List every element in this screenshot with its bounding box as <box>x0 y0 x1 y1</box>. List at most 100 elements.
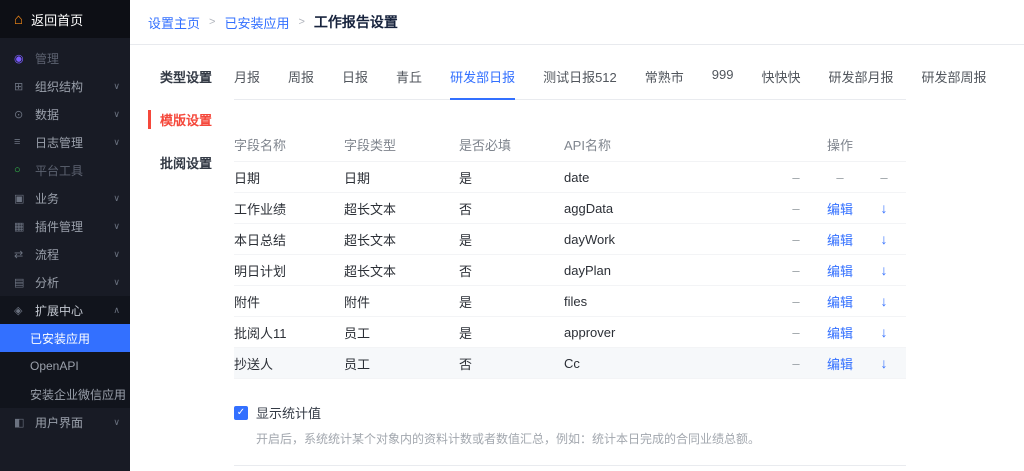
required-cell: 是 <box>459 292 564 311</box>
breadcrumb-link-settings-home[interactable]: 设置主页 <box>148 13 200 32</box>
edit-button[interactable]: 编辑 <box>827 354 853 373</box>
tab-研发部周报[interactable]: 研发部周报 <box>922 67 987 99</box>
tab-研发部日报[interactable]: 研发部日报 <box>450 67 515 99</box>
row-actions: ––– <box>774 170 906 185</box>
empty-action: – <box>792 294 799 309</box>
tab-常熟市[interactable]: 常熟市 <box>645 67 684 99</box>
field-name-cell: 本日总结 <box>234 230 344 249</box>
sidebar-item[interactable]: ▣业务∨ <box>0 184 130 212</box>
field-name-cell: 抄送人 <box>234 354 344 373</box>
sidebar-item-label: 扩展中心 <box>35 302 83 319</box>
down-arrow-button[interactable]: ↓ <box>881 231 888 247</box>
tab-月报[interactable]: 月报 <box>234 67 260 99</box>
tab-测试日报512[interactable]: 测试日报512 <box>543 67 617 99</box>
sidebar-subitem[interactable]: OpenAPI <box>0 352 130 380</box>
template-settings-panel: 月报周报日报青丘研发部日报测试日报512常熟市999快快快研发部月报研发部周报 … <box>234 67 906 471</box>
chevron-down-icon: ∨ <box>113 249 120 260</box>
sidebar-item-label: 已安装应用 <box>30 330 90 347</box>
sidebar-nav: ◉管理⊞组织结构∨ ⊙ 数据 ∨ ≡日志管理∨○平台工具▣业务∨▦插件管理∨ ⇄ 流程 ∨ ▤ 分… <box>0 38 130 471</box>
sidebar-item-label: OpenAPI <box>30 359 79 373</box>
sidebar: ⌂ 返回首页 ◉管理⊞组织结构∨ ⊙ 数据 ∨ ≡日志管理∨○平台工具▣业务∨▦插件管理… <box>0 0 130 471</box>
sidebar-item[interactable]: ⊙数据∨ <box>0 100 130 128</box>
down-arrow-button[interactable]: ↓ <box>881 355 888 371</box>
down-arrow-button[interactable]: ↓ <box>881 293 888 309</box>
chart-icon: ▤ <box>14 276 30 289</box>
row-actions: –编辑↓ <box>774 261 906 280</box>
chevron-up-icon: ∧ <box>113 305 120 316</box>
header-field-name: 字段名称 <box>234 135 344 154</box>
sidebar-item-label: 流程 <box>35 246 59 263</box>
empty-action: – <box>880 170 887 185</box>
field-type-cell: 员工 <box>344 323 459 342</box>
empty-action: – <box>792 356 799 371</box>
sidebar-item[interactable]: ○平台工具 <box>0 156 130 184</box>
settings-nav-item[interactable]: 批阅设置 <box>148 153 234 172</box>
down-arrow-button[interactable]: ↓ <box>881 200 888 216</box>
sidebar-item-label: 安装企业微信应用 <box>30 386 126 403</box>
tab-日报[interactable]: 日报 <box>342 67 368 99</box>
chevron-down-icon: ∨ <box>113 221 120 232</box>
sidebar-item-label: 数据 <box>35 106 59 123</box>
sidebar-subitem[interactable]: 已安装应用 <box>0 324 130 352</box>
tab-研发部月报[interactable]: 研发部月报 <box>829 67 894 99</box>
settings-nav-item[interactable]: 模版设置 <box>148 110 234 129</box>
back-to-home-label: 返回首页 <box>31 10 83 29</box>
tab-周报[interactable]: 周报 <box>288 67 314 99</box>
main-panel: 设置主页 > 已安装应用 > 工作报告设置 类型设置模版设置批阅设置 月报周报日… <box>130 0 1024 471</box>
edit-button[interactable]: 编辑 <box>827 230 853 249</box>
api-name-cell: aggData <box>564 201 774 216</box>
sidebar-item[interactable]: ≡日志管理∨ <box>0 128 130 156</box>
sidebar-item[interactable]: ▦插件管理∨ <box>0 212 130 240</box>
sidebar-item[interactable]: ⇄ 流程 ∨ <box>0 240 130 268</box>
header-actions: 操作 <box>774 135 906 154</box>
breadcrumb-link-installed-apps[interactable]: 已安装应用 <box>224 13 289 32</box>
tab-999[interactable]: 999 <box>712 67 734 99</box>
sidebar-item[interactable]: ◈扩展中心∧ <box>0 296 130 324</box>
circle-icon: ○ <box>14 164 30 176</box>
down-arrow-button[interactable]: ↓ <box>881 324 888 340</box>
field-type-cell: 附件 <box>344 292 459 311</box>
show-stats-label: 显示统计值 <box>256 403 321 422</box>
tab-快快快[interactable]: 快快快 <box>762 67 801 99</box>
settings-nav-item[interactable]: 类型设置 <box>148 67 234 86</box>
empty-action: – <box>792 232 799 247</box>
edit-button[interactable]: 编辑 <box>827 292 853 311</box>
briefcase-icon: ▣ <box>14 192 30 205</box>
table-row: 明日计划超长文本否dayPlan–编辑↓ <box>234 255 906 286</box>
chevron-down-icon: ∨ <box>113 417 120 428</box>
tab-青丘[interactable]: 青丘 <box>396 67 422 99</box>
sidebar-item-label: 用户界面 <box>35 414 83 431</box>
sidebar-item-label: 日志管理 <box>35 134 83 151</box>
field-type-cell: 日期 <box>344 168 459 187</box>
section-divider <box>234 465 906 466</box>
edit-button[interactable]: 编辑 <box>827 261 853 280</box>
chevron-down-icon: ∨ <box>113 277 120 288</box>
table-row: 抄送人员工否Cc–编辑↓ <box>234 348 906 379</box>
sidebar-item[interactable]: ⊞组织结构∨ <box>0 72 130 100</box>
back-to-home-button[interactable]: ⌂ 返回首页 <box>0 0 130 38</box>
field-name-cell: 工作业绩 <box>234 199 344 218</box>
field-name-cell: 批阅人11 <box>234 323 344 342</box>
home-icon: ⌂ <box>14 12 23 27</box>
sidebar-item-label: 管理 <box>35 50 59 67</box>
flow-icon: ⇄ <box>14 248 30 261</box>
api-name-cell: files <box>564 294 774 309</box>
user-icon: ◧ <box>14 416 30 429</box>
required-cell: 是 <box>459 323 564 342</box>
sidebar-subitem[interactable]: 安装企业微信应用 <box>0 380 130 408</box>
sidebar-item[interactable]: ▤ 分析 ∨ <box>0 268 130 296</box>
down-arrow-button[interactable]: ↓ <box>881 262 888 278</box>
field-name-cell: 日期 <box>234 168 344 187</box>
clock-icon: ⊙ <box>14 108 30 121</box>
content-area: 类型设置模版设置批阅设置 月报周报日报青丘研发部日报测试日报512 常熟市 999 快… <box>130 45 1024 471</box>
sidebar-item-label: 分析 <box>35 274 59 291</box>
empty-action: – <box>792 325 799 340</box>
edit-button[interactable]: 编辑 <box>827 199 853 218</box>
page-title: 工作报告设置 <box>314 12 398 32</box>
report-type-tabs: 月报周报日报青丘研发部日报测试日报512常熟市999快快快研发部月报研发部周报 <box>234 67 906 100</box>
sidebar-item[interactable]: ◉管理 <box>0 44 130 72</box>
sidebar-item[interactable]: ◧ 用户界面 ∨ <box>0 408 130 436</box>
edit-button[interactable]: 编辑 <box>827 323 853 342</box>
show-stats-checkbox[interactable]: ✓ <box>234 406 248 420</box>
row-actions: – 编辑 ↓ <box>774 323 906 342</box>
